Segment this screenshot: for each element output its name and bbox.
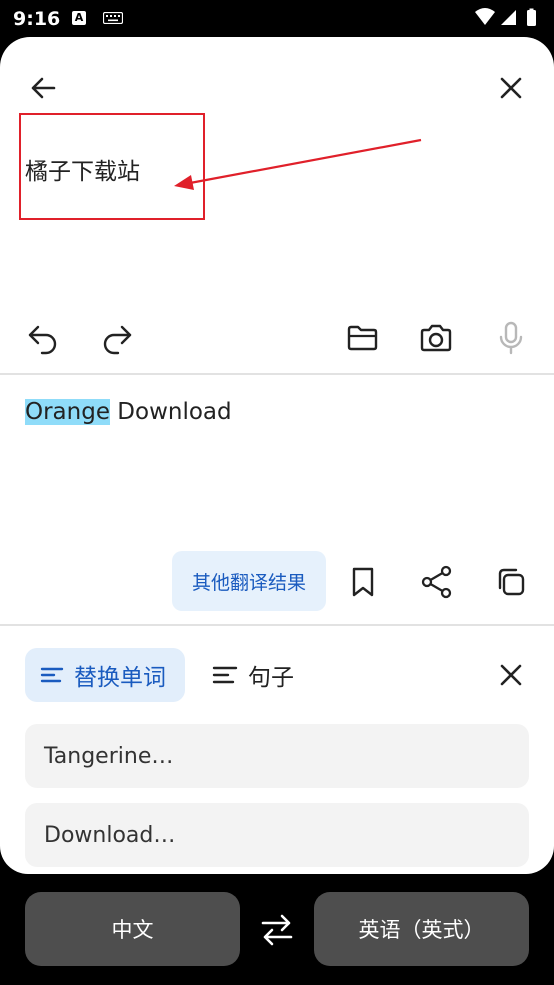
- output-rest-text: Download: [109, 399, 232, 425]
- share-icon: [421, 565, 452, 599]
- section-divider: [0, 373, 554, 375]
- highlighted-word[interactable]: Orange: [25, 399, 110, 425]
- undo-icon: [28, 325, 57, 355]
- undo-button[interactable]: [22, 317, 64, 359]
- camera-button[interactable]: [415, 317, 457, 359]
- bookmark-button[interactable]: [342, 561, 384, 603]
- suggestion-item[interactable]: Tangerine…: [25, 724, 529, 788]
- translation-output[interactable]: Orange Download: [25, 399, 232, 425]
- target-language-button[interactable]: 英语（英式）: [314, 892, 529, 966]
- tab-replace-word[interactable]: 替换单词: [25, 648, 185, 702]
- open-file-button[interactable]: [342, 317, 384, 359]
- status-bar: 9:16 A: [0, 0, 554, 37]
- tab-sentence-label: 句子: [248, 665, 294, 691]
- copy-icon: [498, 568, 525, 596]
- translate-card: 橘子下载站 Orange Download 其他翻译结果 替换单词 句子 Tan…: [0, 37, 554, 874]
- suggestion-item[interactable]: Download…: [25, 803, 529, 867]
- signal-icon: [501, 10, 516, 25]
- wifi-icon: [475, 8, 495, 25]
- microphone-icon: [499, 321, 523, 355]
- other-results-button[interactable]: 其他翻译结果: [172, 551, 326, 611]
- battery-icon: [527, 10, 536, 26]
- status-time: 9:16: [13, 8, 61, 30]
- tab-sentence[interactable]: 句子: [212, 648, 294, 702]
- notification-a-icon: A: [72, 11, 86, 25]
- status-right-icons: [475, 8, 536, 26]
- close-icon: [500, 664, 522, 686]
- source-language-button[interactable]: 中文: [25, 892, 240, 966]
- copy-button[interactable]: [490, 561, 532, 603]
- close-panel-button[interactable]: [490, 654, 532, 696]
- annotation-arrow: [174, 138, 422, 190]
- share-button[interactable]: [416, 561, 458, 603]
- section-divider: [0, 624, 554, 626]
- tab-replace-word-label: 替换单词: [74, 665, 166, 691]
- folder-icon: [347, 325, 378, 351]
- swap-languages-icon[interactable]: [258, 913, 296, 947]
- redo-button[interactable]: [96, 317, 138, 359]
- lines-icon: [40, 667, 64, 683]
- keyboard-icon: [103, 12, 123, 24]
- camera-icon: [420, 324, 452, 352]
- redo-icon: [103, 325, 132, 355]
- bookmark-icon: [352, 567, 374, 597]
- lines-icon: [212, 666, 238, 684]
- microphone-button[interactable]: [490, 317, 532, 359]
